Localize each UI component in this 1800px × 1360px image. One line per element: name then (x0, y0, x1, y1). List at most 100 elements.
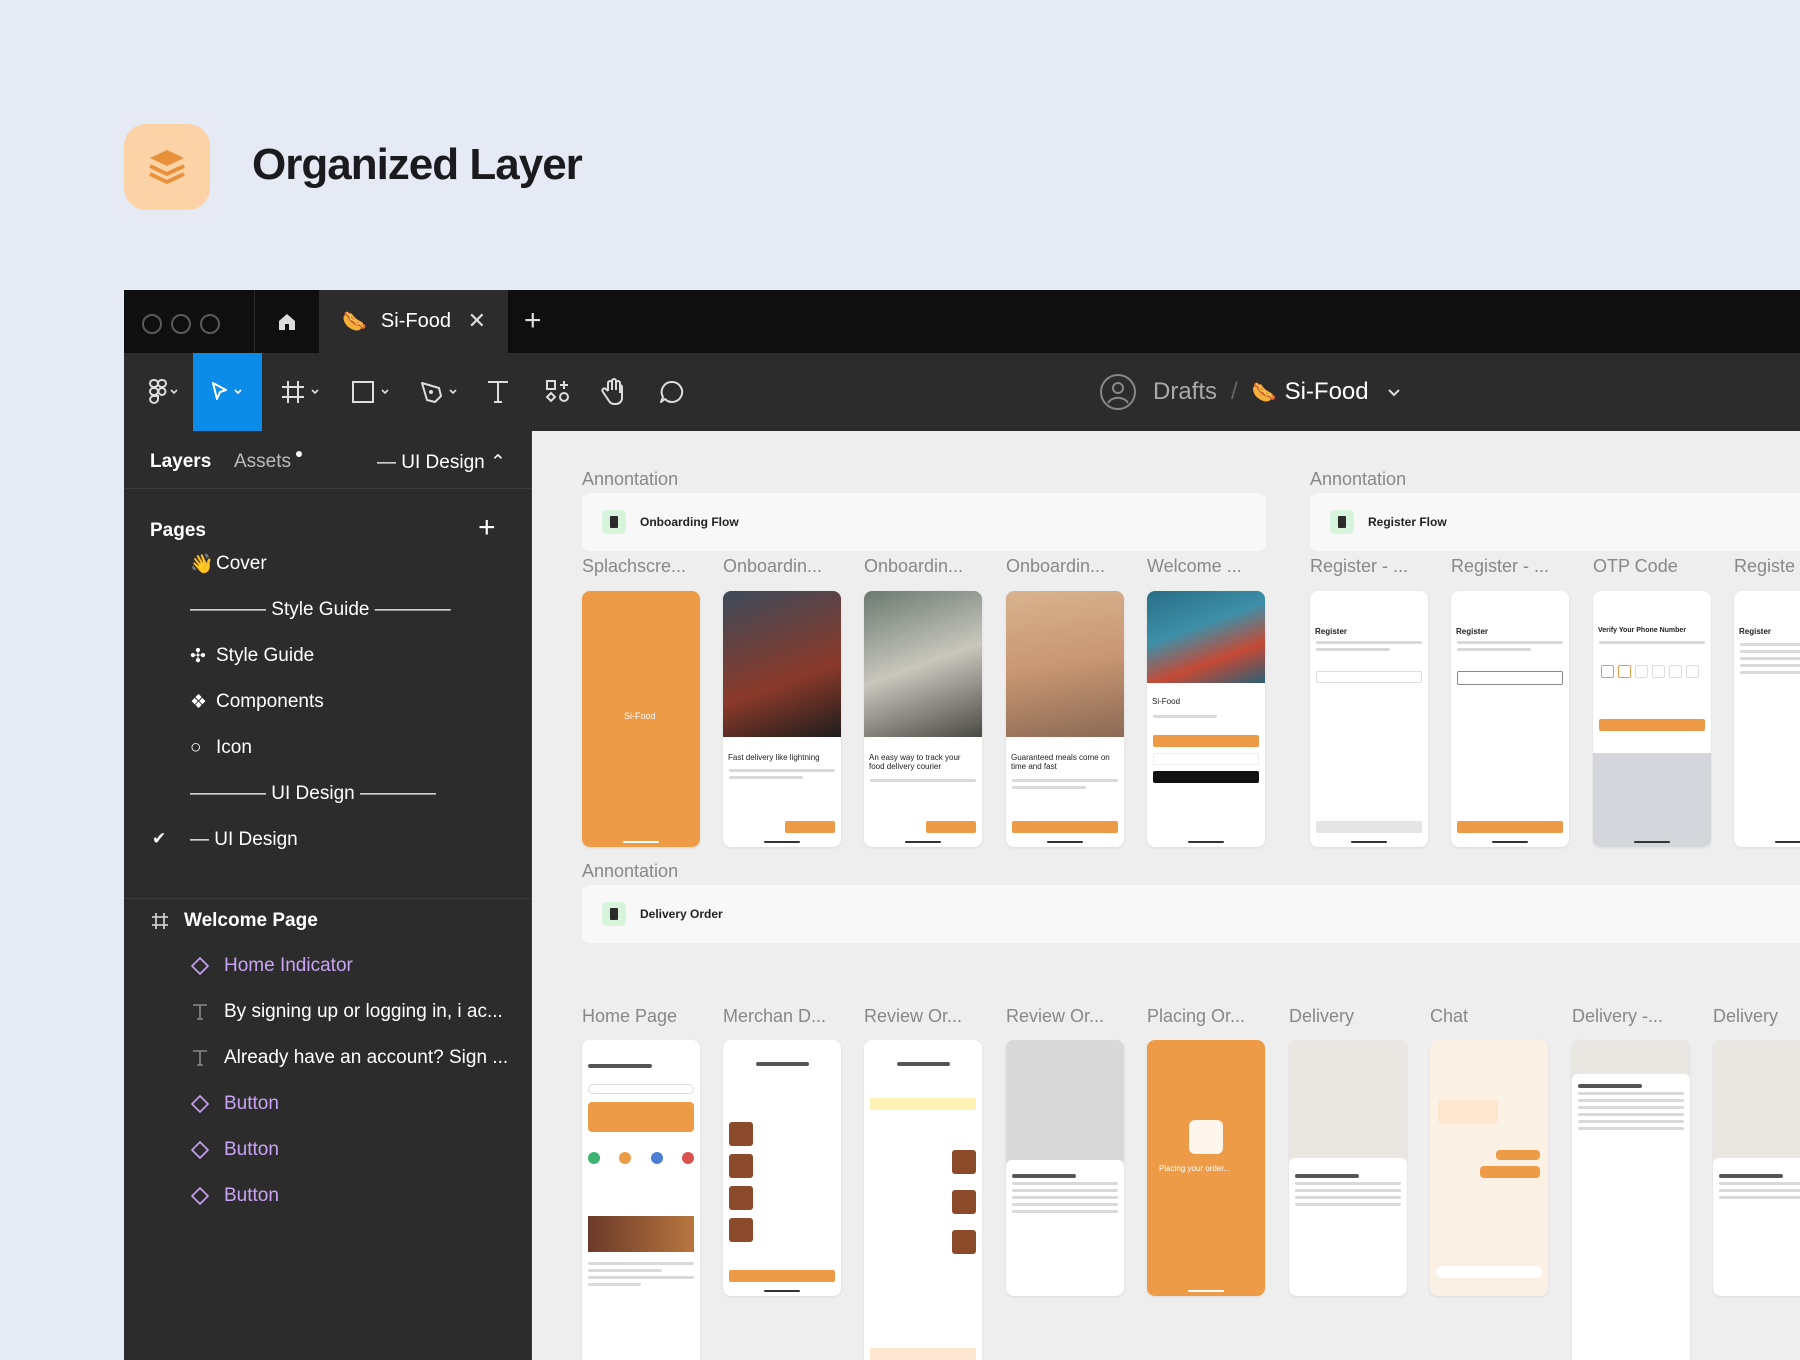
resources-tool-button[interactable] (538, 353, 578, 431)
delivery-sheet (1289, 1158, 1407, 1296)
screen-onboarding-3[interactable]: Guaranteed meals come on time and fast (1006, 591, 1124, 847)
layer-item[interactable]: Already have an account? Sign ... (190, 1043, 508, 1073)
home-indicator (1188, 1290, 1224, 1292)
layer-name: Button (224, 1139, 279, 1160)
annotation-delivery-order[interactable]: Delivery Order (582, 885, 1800, 943)
placeholder-text (1740, 643, 1800, 678)
screen-review-order-2[interactable] (1006, 1040, 1124, 1296)
page-item-label: — UI Design (190, 829, 298, 850)
screen-merchant-detail[interactable] (723, 1040, 841, 1296)
current-page-select[interactable]: — UI Design ⌃ (377, 451, 506, 474)
design-canvas[interactable]: Annontation Onboarding Flow Annontation … (532, 431, 1800, 1360)
screen-onboarding-1[interactable]: Fast delivery like lightning (723, 591, 841, 847)
window-maximize-dot[interactable] (200, 314, 220, 334)
placeholder-text (1012, 779, 1118, 793)
screen-review-order-1[interactable] (864, 1040, 982, 1360)
continue-button (1012, 821, 1118, 833)
close-tab-icon[interactable]: ✕ (468, 308, 486, 334)
phone-icon (1330, 510, 1354, 534)
toolbar: Drafts / 🌭 Si-Food (124, 353, 1800, 431)
shape-tool-button[interactable] (342, 353, 402, 431)
annotation-onboarding-flow[interactable]: Onboarding Flow (582, 493, 1266, 551)
layer-name: Button (224, 1093, 279, 1114)
window-minimize-dot[interactable] (171, 314, 191, 334)
page-item-style-guide-divider[interactable]: ———— Style Guide ———— (190, 595, 451, 625)
add-page-button[interactable]: + (478, 511, 496, 545)
home-indicator (1634, 841, 1670, 843)
page-item-cover[interactable]: 👋 Cover (190, 549, 267, 579)
chevron-down-icon[interactable] (1383, 381, 1405, 403)
screen-register-2[interactable]: Register (1451, 591, 1569, 847)
tab-assets[interactable]: Assets (234, 451, 291, 473)
comment-tool-button[interactable] (652, 353, 692, 431)
new-tab-button[interactable]: + (524, 304, 542, 338)
continue-phone-button (1153, 735, 1259, 747)
resources-icon (545, 380, 569, 403)
team-avatar-icon[interactable] (1099, 373, 1137, 411)
numeric-keypad (1593, 753, 1711, 847)
page-item-label: Icon (216, 737, 252, 758)
screen-delivery-detail[interactable] (1572, 1040, 1690, 1360)
phone-input (1457, 671, 1563, 685)
layer-frame-welcome-page[interactable]: Welcome Page (150, 910, 318, 932)
layer-item[interactable]: Button (190, 1089, 279, 1119)
placeholder-text (1457, 641, 1563, 655)
frame-label: Welcome ... (1147, 556, 1242, 576)
screen-register-1[interactable]: Register (1310, 591, 1428, 847)
screen-onboarding-2[interactable]: An easy way to track your food delivery … (864, 591, 982, 847)
panel-tabs: Layers Assets — UI Design ⌃ (124, 431, 531, 489)
home-indicator (1188, 841, 1224, 843)
page-item-ui-design-divider[interactable]: ———— UI Design ———— (190, 779, 436, 809)
screen-register-3[interactable]: Register (1734, 591, 1800, 847)
menu-item-image (729, 1218, 753, 1242)
delivery-photo (723, 591, 841, 737)
page-item-ui-design[interactable]: — UI Design (190, 825, 298, 855)
layer-item[interactable]: Button (190, 1135, 279, 1165)
screen-delivery[interactable] (1289, 1040, 1407, 1296)
layer-item[interactable]: Button (190, 1181, 279, 1211)
hand-tool-button[interactable] (594, 353, 634, 431)
breadcrumb: Drafts / 🌭 Si-Food (1099, 373, 1405, 411)
home-indicator (764, 1290, 800, 1292)
layer-item[interactable]: By signing up or logging in, i ac... (190, 997, 503, 1027)
file-tab[interactable]: 🌭 Si-Food ✕ (320, 290, 508, 353)
next-button (1457, 821, 1563, 833)
move-tool-button[interactable] (193, 353, 262, 431)
window-close-dot[interactable] (142, 314, 162, 334)
screen-delivery-2[interactable] (1713, 1040, 1800, 1296)
layers-icon (124, 124, 210, 210)
annotation-register-flow[interactable]: Register Flow (1310, 493, 1800, 551)
home-tab[interactable] (254, 290, 320, 353)
screen-splash[interactable]: Si-Food (582, 591, 700, 847)
frame-tool-button[interactable] (272, 353, 332, 431)
annotation-title: Onboarding Flow (640, 515, 739, 529)
screen-placing-order[interactable]: Placing your order... (1147, 1040, 1265, 1296)
home-indicator (905, 841, 941, 843)
tab-layers[interactable]: Layers (150, 451, 211, 473)
page-item-label: Style Guide (216, 645, 315, 666)
page-item-label: Cover (216, 553, 267, 574)
annotation-label: Annontation (582, 469, 679, 489)
text-tool-button[interactable] (478, 353, 518, 431)
annotation-title: Delivery Order (640, 907, 723, 921)
page-item-icon[interactable]: ○ Icon (190, 733, 252, 763)
order-item-image (952, 1150, 976, 1174)
frame-label: Delivery (1289, 1006, 1355, 1026)
screen-home-page[interactable] (582, 1040, 700, 1360)
circle-icon: ○ (190, 737, 202, 758)
phone-icon (602, 510, 626, 534)
screen-otp-code[interactable]: Verify Your Phone Number (1593, 591, 1711, 847)
page-item-components[interactable]: ❖ Components (190, 687, 324, 717)
annotation-label: Annontation (582, 861, 679, 881)
screen-chat[interactable] (1430, 1040, 1548, 1296)
layer-item[interactable]: Home Indicator (190, 951, 353, 981)
main-menu-button[interactable] (136, 353, 192, 431)
pen-tool-button[interactable] (410, 353, 470, 431)
placeholder-text (1599, 641, 1705, 648)
next-button-disabled (1316, 821, 1422, 833)
page-item-label: Components (216, 691, 324, 712)
page-item-style-guide[interactable]: ✣ Style Guide (190, 641, 314, 671)
screen-welcome[interactable]: Si-Food (1147, 591, 1265, 847)
breadcrumb-drafts[interactable]: Drafts (1153, 378, 1217, 406)
breadcrumb-file[interactable]: Si-Food (1285, 378, 1369, 406)
